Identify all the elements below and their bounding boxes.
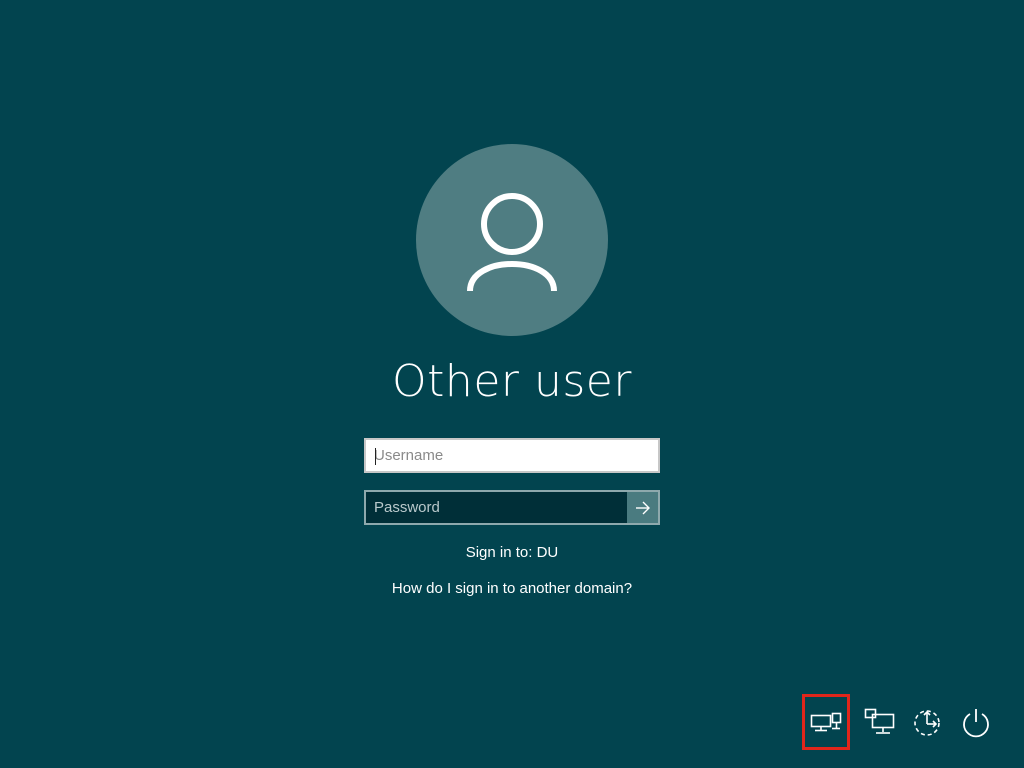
other-user-button[interactable] — [802, 694, 850, 750]
accessibility-button[interactable] — [904, 694, 952, 750]
submit-button[interactable] — [627, 492, 658, 523]
user-avatar — [416, 144, 608, 336]
power-icon — [963, 709, 989, 738]
network-button[interactable] — [856, 694, 904, 750]
user-name: Other user — [392, 356, 632, 407]
username-input[interactable] — [366, 440, 658, 471]
network-icon — [864, 708, 895, 734]
password-field-wrapper — [364, 490, 660, 525]
sign-in-domain-text: Sign in to: DU — [465, 544, 559, 561]
username-field-wrapper — [364, 438, 660, 473]
user-icon — [467, 193, 557, 292]
lock-screen: Other user Sign in to: DU How do I sign … — [0, 0, 1024, 768]
power-button[interactable] — [952, 694, 1000, 750]
password-input[interactable] — [366, 492, 628, 523]
accessibility-icon — [914, 710, 940, 736]
arrow-right-icon — [635, 501, 650, 514]
monitors-icon — [810, 712, 842, 732]
another-domain-help-link[interactable]: How do I sign in to another domain? — [312, 579, 712, 599]
